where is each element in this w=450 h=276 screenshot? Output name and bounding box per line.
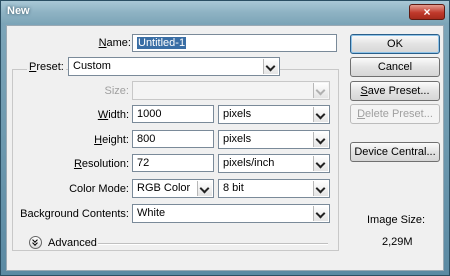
width-field[interactable]: 1000 bbox=[132, 105, 214, 123]
save-preset-button[interactable]: Save Preset... bbox=[350, 81, 440, 101]
height-unit-select[interactable]: pixels bbox=[218, 130, 330, 149]
advanced-label[interactable]: Advanced bbox=[48, 237, 97, 249]
close-button[interactable]: × bbox=[409, 4, 445, 20]
height-field[interactable]: 800 bbox=[132, 130, 214, 148]
background-contents-label: Background Contents: bbox=[20, 208, 129, 220]
resolution-field[interactable]: 72 bbox=[132, 154, 214, 172]
size-select bbox=[132, 81, 330, 100]
chevron-down-icon bbox=[313, 181, 328, 196]
preset-select[interactable]: Custom bbox=[68, 57, 280, 76]
resolution-unit-select[interactable]: pixels/inch bbox=[218, 154, 330, 173]
dialog-client-area: Name: Untitled-1 Preset: Custom Size: Wi… bbox=[6, 25, 444, 271]
size-label: Size: bbox=[104, 85, 129, 97]
device-central-button[interactable]: Device Central... bbox=[350, 142, 440, 162]
window-title: New bbox=[7, 5, 30, 17]
title-bar[interactable]: New × bbox=[1, 1, 449, 23]
width-unit-select[interactable]: pixels bbox=[218, 105, 330, 124]
name-field[interactable]: Untitled-1 bbox=[132, 34, 337, 52]
bit-depth-select[interactable]: 8 bit bbox=[218, 179, 330, 198]
chevron-down-icon bbox=[197, 181, 212, 196]
chevron-down-icon bbox=[313, 107, 328, 122]
preset-label: Preset: bbox=[27, 61, 66, 73]
color-mode-select[interactable]: RGB Color bbox=[132, 179, 214, 198]
name-label: Name: bbox=[98, 37, 131, 49]
image-size-label: Image Size: bbox=[367, 214, 426, 226]
chevron-down-icon bbox=[313, 132, 328, 147]
ok-button[interactable]: OK bbox=[350, 34, 440, 54]
advanced-divider bbox=[98, 243, 328, 245]
delete-preset-button: Delete Preset... bbox=[350, 104, 440, 124]
width-label: Width: bbox=[97, 109, 129, 121]
height-label: Height: bbox=[94, 134, 129, 146]
double-chevron-down-icon[interactable] bbox=[29, 236, 42, 249]
resolution-label: Resolution: bbox=[73, 158, 129, 170]
chevron-down-icon bbox=[313, 156, 328, 171]
chevron-down-icon bbox=[313, 206, 328, 221]
new-document-dialog: New × Name: Untitled-1 Preset: Custom Si… bbox=[0, 0, 450, 276]
chevron-down-icon bbox=[263, 59, 278, 74]
chevron-down-icon bbox=[313, 83, 328, 98]
image-size-value: 2,29M bbox=[382, 236, 413, 248]
cancel-button[interactable]: Cancel bbox=[350, 57, 440, 77]
background-contents-select[interactable]: White bbox=[132, 204, 330, 223]
color-mode-label: Color Mode: bbox=[69, 183, 129, 195]
